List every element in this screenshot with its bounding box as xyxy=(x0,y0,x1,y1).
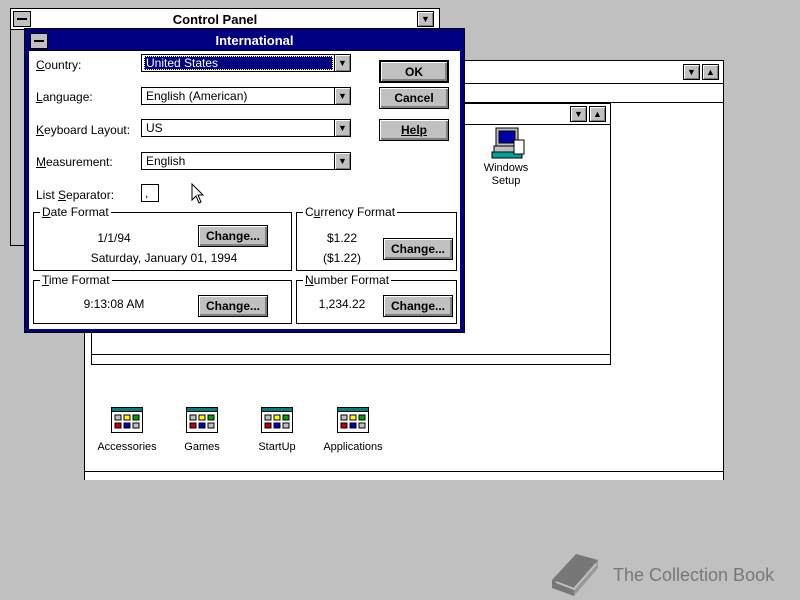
dropdown-arrow-icon[interactable]: ▼ xyxy=(334,153,350,169)
time-change-button[interactable]: Change... xyxy=(198,295,268,317)
dialog-client: Country: Language: Keyboard Layout: Meas… xyxy=(29,50,460,329)
currency-change-button[interactable]: Change... xyxy=(383,238,453,260)
measurement-select[interactable]: English ▼ xyxy=(141,152,351,170)
measurement-value: English xyxy=(146,154,186,168)
watermark-text: The Collection Book xyxy=(613,565,775,585)
country-label: Country: xyxy=(36,58,82,72)
language-label: Language: xyxy=(36,90,93,104)
keyboard-value: US xyxy=(146,121,163,135)
time-format-group: Time Format 9:13:08 AM Change... xyxy=(33,273,292,324)
time-sample: 9:13:08 AM xyxy=(83,297,145,311)
date-long-sample: Saturday, January 01, 1994 xyxy=(90,251,238,265)
control-panel-title: Control Panel xyxy=(172,12,258,27)
control-panel-titlebar[interactable]: Control Panel ▼ xyxy=(11,9,439,30)
main-group-bottom-edge xyxy=(92,354,610,365)
currency-positive-sample: $1.22 xyxy=(326,231,358,245)
windows-setup-label-1: Windows xyxy=(483,162,529,174)
group-icon-applications[interactable]: Applications xyxy=(319,407,387,457)
group-icon-games[interactable]: Games xyxy=(170,407,234,457)
date-change-button[interactable]: Change... xyxy=(198,225,268,247)
help-button[interactable]: Help xyxy=(379,119,449,141)
number-change-button[interactable]: Change... xyxy=(383,295,453,317)
currency-negative-sample: ($1.22) xyxy=(322,251,362,265)
program-manager-maximize-icon[interactable]: ▲ xyxy=(702,64,719,80)
currency-format-title: Currency Format xyxy=(303,205,398,219)
dropdown-arrow-icon[interactable]: ▼ xyxy=(334,120,350,136)
cancel-button[interactable]: Cancel xyxy=(379,87,449,109)
number-format-group: Number Format 1,234.22 Change... xyxy=(296,273,457,324)
language-select[interactable]: English (American) ▼ xyxy=(141,87,351,105)
computer-icon xyxy=(491,127,525,159)
group-label-accessories: Accessories xyxy=(97,441,157,453)
dialog-titlebar[interactable]: International xyxy=(29,32,460,50)
number-format-title: Number Format xyxy=(303,273,392,287)
program-manager-minimize-icon[interactable]: ▼ xyxy=(683,64,700,80)
program-group-icon xyxy=(261,407,293,433)
main-group-maximize-icon[interactable]: ▲ xyxy=(589,106,606,122)
number-sample: 1,234.22 xyxy=(318,297,366,311)
time-format-title: Time Format xyxy=(40,273,112,287)
group-icon-accessories[interactable]: Accessories xyxy=(95,407,159,457)
group-label-startup: StartUp xyxy=(258,441,296,453)
date-format-group: Date Format 1/1/94 Saturday, January 01,… xyxy=(33,205,292,271)
main-group-minimize-icon[interactable]: ▼ xyxy=(570,106,587,122)
group-label-games: Games xyxy=(184,441,220,453)
dialog-system-menu-icon[interactable] xyxy=(30,33,48,49)
currency-format-group: Currency Format $1.22 ($1.22) Change... xyxy=(296,205,457,271)
mouse-cursor-icon xyxy=(191,183,205,204)
program-group-icon xyxy=(337,407,369,433)
program-manager-bottom-edge xyxy=(85,471,723,480)
country-select[interactable]: United States ▼ xyxy=(141,54,351,72)
windows-setup-program-icon[interactable]: Windows Setup xyxy=(476,126,536,187)
program-group-icon xyxy=(186,407,218,433)
country-value: United States xyxy=(144,56,333,70)
list-separator-label: List Separator: xyxy=(36,188,115,202)
keyboard-label: Keyboard Layout: xyxy=(36,123,131,137)
date-format-title: Date Format xyxy=(40,205,111,219)
program-group-icon xyxy=(111,407,143,433)
dropdown-arrow-icon[interactable]: ▼ xyxy=(334,55,350,71)
list-separator-input[interactable]: , xyxy=(141,184,159,202)
control-panel-minimize-icon[interactable]: ▼ xyxy=(417,11,434,27)
help-button-label: Help xyxy=(400,123,427,137)
date-short-sample: 1/1/94 xyxy=(97,231,131,245)
group-label-applications: Applications xyxy=(323,441,383,453)
ok-button[interactable]: OK xyxy=(379,60,449,83)
group-icon-startup[interactable]: StartUp xyxy=(245,407,309,457)
language-value: English (American) xyxy=(146,89,248,103)
book-icon xyxy=(552,554,598,596)
measurement-label: Measurement: xyxy=(36,155,113,169)
keyboard-select[interactable]: US ▼ xyxy=(141,119,351,137)
dialog-title: International xyxy=(215,33,294,48)
windows-setup-label-2: Setup xyxy=(491,175,521,187)
international-dialog: International Country: Language: Keyboar… xyxy=(24,28,465,333)
dropdown-arrow-icon[interactable]: ▼ xyxy=(334,88,350,104)
